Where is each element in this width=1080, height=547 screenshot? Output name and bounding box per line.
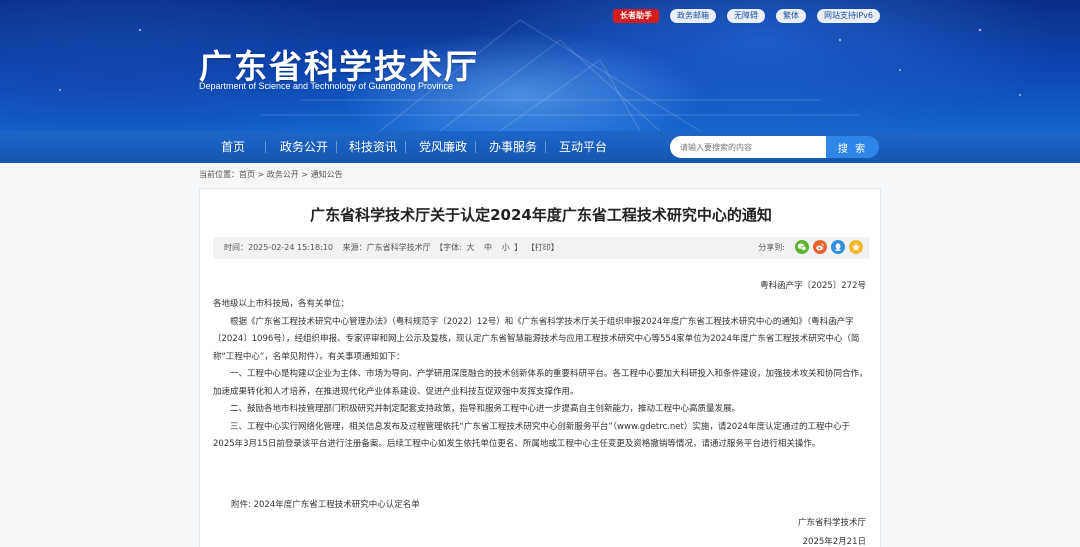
breadcrumb-gov-affairs[interactable]: 政务公开 bbox=[267, 170, 299, 179]
nav-item-tech-news[interactable]: 科技资讯 bbox=[349, 131, 397, 163]
publish-time: 时间：2025-02-24 15:18:10 bbox=[224, 243, 333, 252]
breadcrumb-notices[interactable]: 通知公告 bbox=[311, 170, 343, 179]
nav-divider bbox=[405, 141, 406, 153]
nav-divider bbox=[475, 141, 476, 153]
nav-item-interaction[interactable]: 互动平台 bbox=[559, 131, 607, 163]
search-input[interactable] bbox=[670, 136, 826, 158]
body-paragraph: 根据《广东省工程技术研究中心管理办法》（粤科规范字〔2022〕12号）和《广东省… bbox=[213, 316, 860, 362]
body-paragraph: 二、鼓励各地市科技管理部门积极研究并制定配套支持政策，指导和服务工程中心进一步提… bbox=[230, 404, 741, 414]
share-label: 分享到: bbox=[758, 242, 785, 252]
ipv6-badge[interactable]: 网站支持IPv6 bbox=[816, 9, 880, 23]
site-subtitle: Department of Science and Technology of … bbox=[199, 81, 453, 91]
wechat-share-icon[interactable] bbox=[795, 240, 809, 254]
font-size-medium-button[interactable]: 中 bbox=[484, 243, 492, 252]
share-bar: 分享到: bbox=[758, 240, 863, 254]
nav-divider bbox=[265, 141, 266, 153]
signature: 广东省科学技术厅 bbox=[797, 518, 866, 528]
article-meta: 时间：2025-02-24 15:18:10 来源：广东省科学技术厅 【字体: … bbox=[224, 237, 561, 259]
nav-divider bbox=[336, 141, 337, 153]
article-body: 各地级以上市科技局，各有关单位： 根据《广东省工程技术研究中心管理办法》（粤科规… bbox=[213, 296, 869, 454]
article-meta-bar: 时间：2025-02-24 15:18:10 来源：广东省科学技术厅 【字体: … bbox=[213, 237, 869, 259]
search-bar: 搜 索 bbox=[670, 136, 879, 158]
attachment-link[interactable]: 附件: 2024年度广东省工程技术研究中心认定名单 bbox=[231, 498, 420, 510]
article-card: 广东省科学技术厅关于认定2024年度广东省工程技术研究中心的通知 时间：2025… bbox=[199, 188, 881, 547]
font-size-label: 【字体: bbox=[435, 243, 462, 252]
breadcrumb-separator: > bbox=[298, 170, 311, 179]
breadcrumb: 当前位置：首页 > 政务公开 > 通知公告 bbox=[199, 169, 343, 180]
breadcrumb-prefix: 当前位置： bbox=[199, 170, 239, 179]
main-nav: 首页 政务公开 科技资讯 党风廉政 办事服务 互动平台 bbox=[0, 131, 1080, 163]
gov-mail-link[interactable]: 政务邮箱 bbox=[669, 9, 716, 23]
font-size-small-button[interactable]: 小 bbox=[502, 243, 510, 252]
nav-item-integrity[interactable]: 党风廉政 bbox=[419, 131, 467, 163]
qq-share-icon[interactable] bbox=[831, 240, 845, 254]
breadcrumb-separator: > bbox=[255, 170, 267, 179]
header-banner: 长者助手 政务邮箱 无障碍 繁体 网站支持IPv6 广东省科学技术厅 Depar… bbox=[0, 0, 1080, 131]
traditional-chinese-link[interactable]: 繁体 bbox=[775, 9, 806, 23]
signature-date: 2025年2月21日 bbox=[802, 537, 866, 547]
font-size-large-button[interactable]: 大 bbox=[466, 243, 474, 252]
print-button[interactable]: 【打印】 bbox=[527, 243, 559, 252]
nav-divider bbox=[545, 141, 546, 153]
nav-item-services[interactable]: 办事服务 bbox=[489, 131, 537, 163]
breadcrumb-home[interactable]: 首页 bbox=[239, 170, 255, 179]
document-number: 粤科函产字〔2025〕272号 bbox=[760, 281, 866, 291]
body-paragraph: 三、工程中心实行网络化管理，相关信息发布及过程管理依托“广东省工程技术研究中心创… bbox=[213, 421, 850, 450]
accessibility-link[interactable]: 无障碍 bbox=[726, 9, 765, 23]
weibo-share-icon[interactable] bbox=[813, 240, 827, 254]
top-links: 长者助手 政务邮箱 无障碍 繁体 网站支持IPv6 bbox=[612, 9, 880, 23]
font-size-end: 】 bbox=[514, 243, 523, 252]
article-title: 广东省科学技术厅关于认定2024年度广东省工程技术研究中心的通知 bbox=[310, 206, 772, 224]
nav-item-gov-affairs[interactable]: 政务公开 bbox=[280, 131, 328, 163]
search-button[interactable]: 搜 索 bbox=[826, 136, 879, 158]
qzone-share-icon[interactable] bbox=[849, 240, 863, 254]
salutation: 各地级以上市科技局，各有关单位： bbox=[213, 299, 350, 309]
nav-item-home[interactable]: 首页 bbox=[221, 131, 245, 163]
body-paragraph: 一、工程中心是构建以企业为主体、市场为导向、产学研用深度融合的技术创新体系的重要… bbox=[213, 369, 868, 397]
elder-assistant-link[interactable]: 长者助手 bbox=[612, 9, 659, 23]
article-source: 来源：广东省科学技术厅 bbox=[342, 243, 431, 252]
banner-decoration bbox=[59, 19, 1021, 131]
